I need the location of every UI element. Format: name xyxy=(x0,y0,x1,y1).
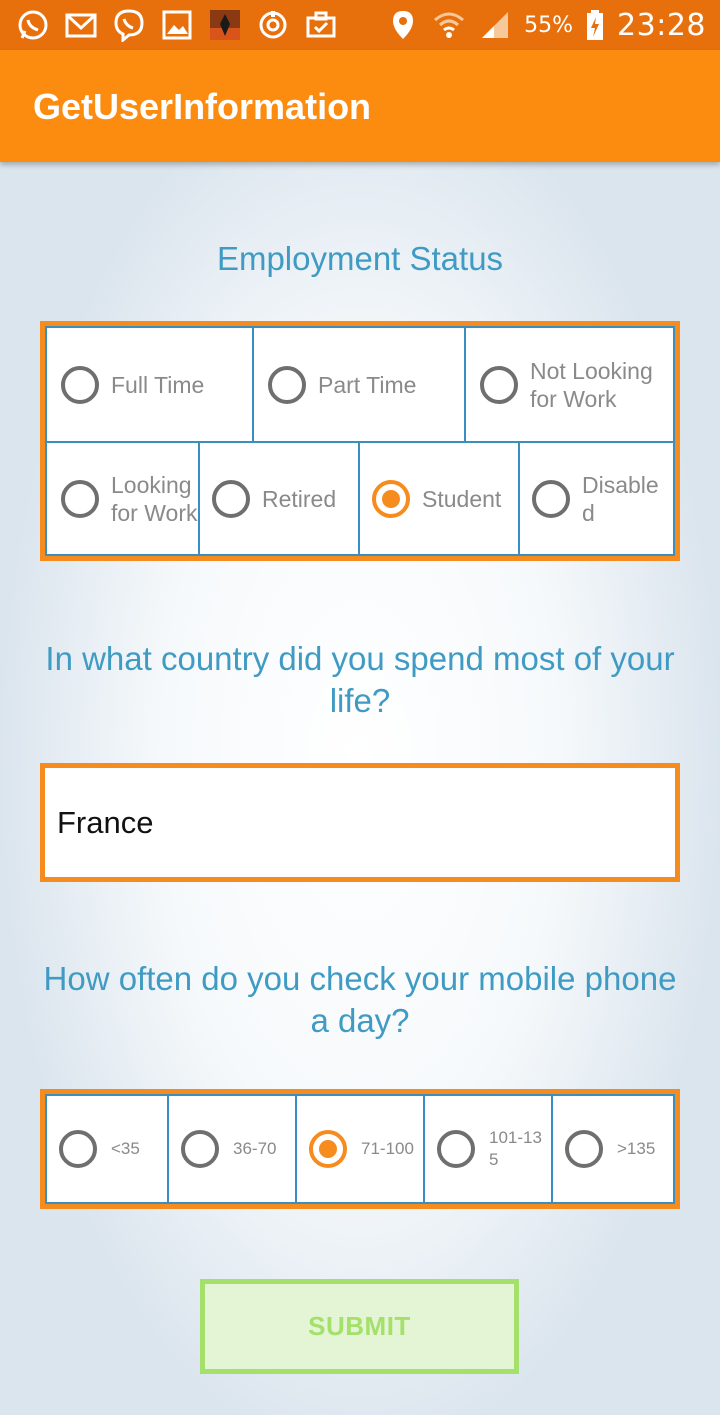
employment-option-retired[interactable]: Retired xyxy=(198,441,360,556)
option-label: 101-135 xyxy=(489,1128,542,1169)
notification-icons xyxy=(0,8,338,42)
option-label: Retired xyxy=(262,485,337,512)
signal-icon xyxy=(478,8,512,42)
employment-option-student[interactable]: Student xyxy=(358,441,520,556)
option-label: 71-100 xyxy=(361,1139,414,1158)
option-label: Not Looking for Work xyxy=(530,357,653,412)
app-bar: GetUserInformation xyxy=(0,50,720,162)
employment-status-group: Full Time Part Time Not Looking for Work… xyxy=(40,321,680,561)
battery-charging-icon xyxy=(585,8,605,42)
phone-check-option-71-100[interactable]: 71-100 xyxy=(295,1094,425,1204)
option-label: Disabled xyxy=(582,471,659,526)
radio-71-100[interactable] xyxy=(309,1130,347,1168)
briefcase-icon xyxy=(304,8,338,42)
viber-icon xyxy=(112,8,146,42)
employment-option-disabled[interactable]: Disabled xyxy=(518,441,675,556)
employment-option-full-time[interactable]: Full Time xyxy=(45,326,254,443)
whatsapp-icon xyxy=(16,8,50,42)
wifi-icon xyxy=(432,8,466,42)
radio-lt35[interactable] xyxy=(59,1130,97,1168)
option-label: 36-70 xyxy=(233,1139,277,1158)
radio-36-70[interactable] xyxy=(181,1130,219,1168)
option-label: <35 xyxy=(111,1139,140,1158)
submit-button[interactable]: SUBMIT xyxy=(200,1279,519,1374)
radio-retired[interactable] xyxy=(212,479,250,518)
phone-check-option-36-70[interactable]: 36-70 xyxy=(167,1094,297,1204)
radio-not-looking[interactable] xyxy=(480,365,518,404)
employment-status-title: Employment Status xyxy=(216,240,504,277)
phone-check-group: <35 36-70 71-100 101-135 >135 xyxy=(40,1089,680,1209)
phone-check-question-title: How often do you check your mobile phone… xyxy=(43,960,677,1039)
option-label: Student xyxy=(422,485,502,512)
battery-percentage: 55% xyxy=(524,12,574,38)
employment-option-not-looking[interactable]: Not Looking for Work xyxy=(464,326,675,443)
gmail-icon xyxy=(64,8,98,42)
option-label: Looking for Work xyxy=(111,471,198,526)
phone-check-option-lt35[interactable]: <35 xyxy=(45,1094,169,1204)
option-label: >135 xyxy=(617,1139,656,1158)
gallery-icon xyxy=(160,8,194,42)
radio-101-135[interactable] xyxy=(437,1130,475,1168)
radio-looking[interactable] xyxy=(61,479,99,518)
country-question-title: In what country did you spend most of yo… xyxy=(45,640,675,719)
radio-student[interactable] xyxy=(372,479,410,518)
option-label: Part Time xyxy=(318,371,417,398)
phone-check-option-gt135[interactable]: >135 xyxy=(551,1094,675,1204)
radio-part-time[interactable] xyxy=(268,365,306,404)
radio-disabled[interactable] xyxy=(532,479,570,518)
radio-full-time[interactable] xyxy=(61,365,99,404)
employment-option-looking[interactable]: Looking for Work xyxy=(45,441,200,556)
app-title: GetUserInformation xyxy=(33,86,372,127)
clock: 23:28 xyxy=(617,7,706,43)
status-bar: 55% 23:28 xyxy=(0,0,720,50)
phone-check-option-101-135[interactable]: 101-135 xyxy=(423,1094,553,1204)
location-icon xyxy=(386,8,420,42)
radio-gt135[interactable] xyxy=(565,1130,603,1168)
employment-option-part-time[interactable]: Part Time xyxy=(252,326,466,443)
country-input[interactable] xyxy=(40,763,680,882)
system-status: 55% 23:28 xyxy=(386,0,706,50)
sync-icon xyxy=(256,8,290,42)
option-label: Full Time xyxy=(111,371,205,398)
game-icon xyxy=(208,8,242,42)
